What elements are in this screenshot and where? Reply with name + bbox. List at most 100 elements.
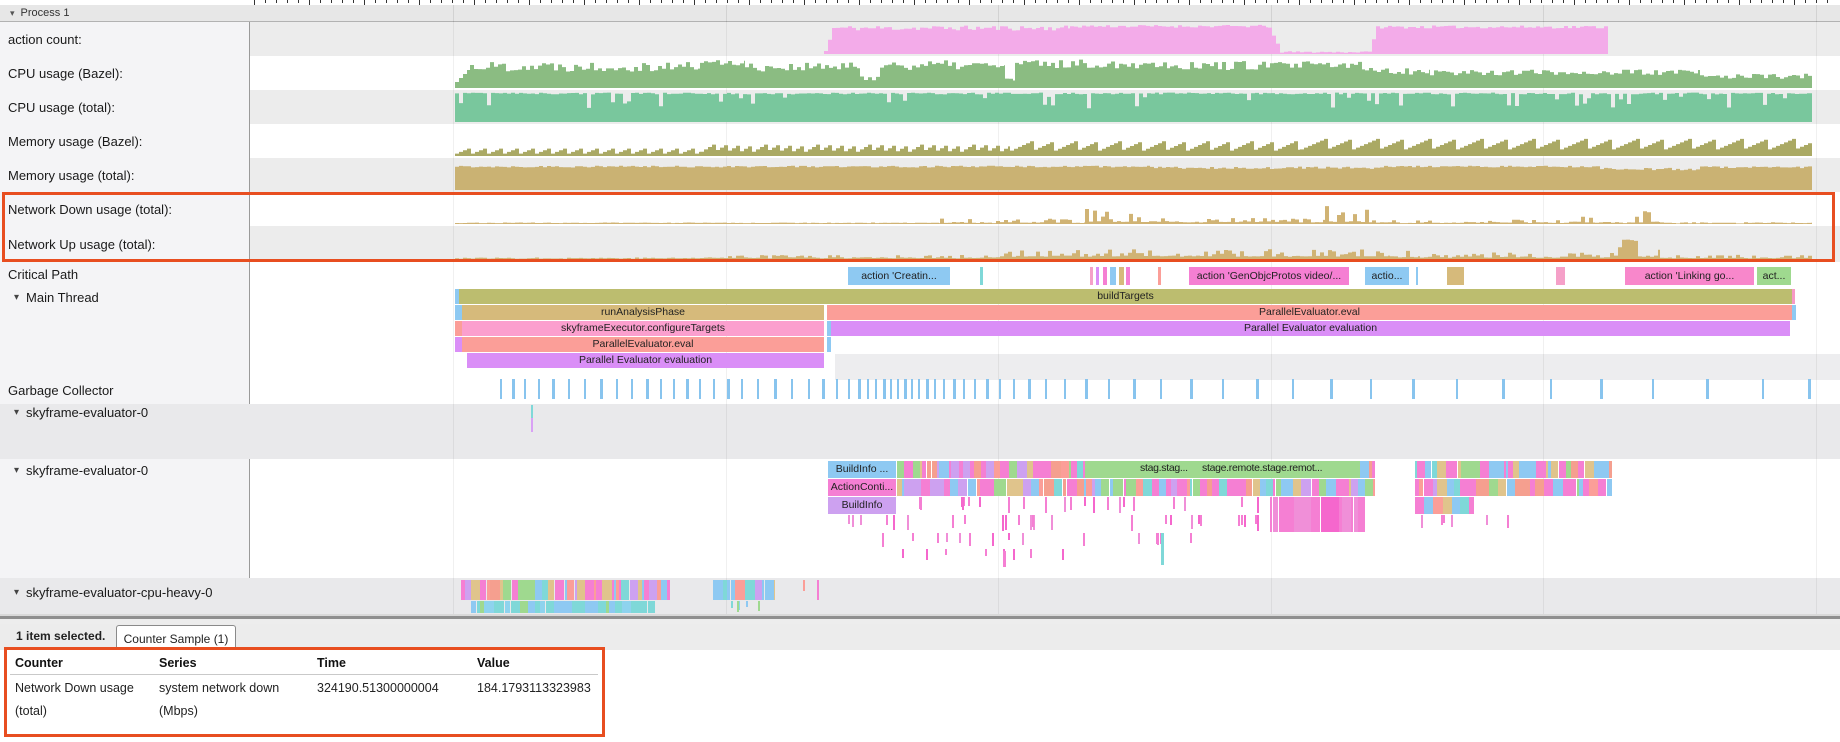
trace-slice[interactable] xyxy=(952,515,954,528)
trace-slice[interactable] xyxy=(1469,497,1474,514)
track-label-main-thread[interactable]: ▾Main Thread xyxy=(8,285,99,309)
trace-slice[interactable] xyxy=(1302,497,1311,532)
gc-tick[interactable] xyxy=(1292,379,1294,399)
trace-slice[interactable] xyxy=(630,580,638,600)
trace-slice[interactable] xyxy=(531,418,533,432)
trace-slice[interactable] xyxy=(471,580,480,600)
trace-slice[interactable] xyxy=(1191,515,1193,529)
trace-slice[interactable] xyxy=(1437,461,1446,478)
gc-tick[interactable] xyxy=(1108,379,1110,399)
critical-path-slice[interactable] xyxy=(1096,267,1099,285)
trace-slice[interactable] xyxy=(555,580,564,600)
main-thread-slice[interactable] xyxy=(455,305,462,320)
trace-slice[interactable] xyxy=(1093,497,1095,513)
gc-tick[interactable] xyxy=(883,379,886,399)
trace-slice[interactable] xyxy=(937,533,939,543)
gc-tick[interactable] xyxy=(858,379,861,399)
trace-slice[interactable] xyxy=(886,515,888,525)
trace-slice[interactable] xyxy=(774,580,775,600)
trace-slice[interactable] xyxy=(1190,479,1192,496)
trace-slice[interactable] xyxy=(1594,461,1601,478)
gc-tick[interactable] xyxy=(1652,379,1654,399)
trace-slice[interactable] xyxy=(1559,461,1566,478)
trace-slice[interactable] xyxy=(1143,479,1152,496)
trace-slice[interactable] xyxy=(1190,533,1192,543)
trace-slice[interactable]: BuildInfo ... xyxy=(828,461,896,478)
trace-slice[interactable] xyxy=(1460,497,1469,514)
trace-slice[interactable] xyxy=(958,479,967,496)
critical-path-slice[interactable] xyxy=(980,267,983,285)
track-label-skyframe-evaluator-cpu-heavy-0[interactable]: ▾skyframe-evaluator-cpu-heavy-0 xyxy=(8,580,212,604)
trace-slice[interactable] xyxy=(1083,533,1085,546)
trace-slice[interactable] xyxy=(1008,533,1010,540)
trace-slice[interactable] xyxy=(518,580,527,600)
trace-slice[interactable] xyxy=(1119,497,1121,513)
trace-slice[interactable] xyxy=(1022,533,1024,545)
trace-slice[interactable] xyxy=(1286,497,1294,532)
trace-slice[interactable] xyxy=(621,580,629,600)
trace-slice[interactable] xyxy=(1241,515,1243,525)
gc-tick[interactable] xyxy=(713,379,715,399)
trace-slice[interactable] xyxy=(1084,497,1086,506)
trace-slice[interactable] xyxy=(1544,479,1553,496)
trace-slice[interactable] xyxy=(1519,461,1527,478)
expand-arrow-icon[interactable]: ▾ xyxy=(14,465,19,476)
trace-slice[interactable] xyxy=(913,479,921,496)
gc-tick[interactable] xyxy=(897,379,899,399)
counter-chart-network-up-usage-total-[interactable] xyxy=(250,228,1840,260)
trace-slice[interactable] xyxy=(727,580,730,600)
trace-slice[interactable] xyxy=(1563,479,1572,496)
trace-slice[interactable] xyxy=(1039,479,1043,496)
trace-slice[interactable] xyxy=(1466,479,1476,496)
trace-slice[interactable] xyxy=(1219,479,1227,496)
trace-slice[interactable] xyxy=(1233,479,1241,496)
trace-slice[interactable] xyxy=(1294,497,1302,532)
trace-slice[interactable] xyxy=(1017,461,1027,478)
trace-slice[interactable] xyxy=(1184,497,1186,511)
trace-slice[interactable] xyxy=(912,533,914,541)
trace-slice[interactable] xyxy=(1257,497,1259,513)
trace-slice[interactable] xyxy=(540,601,545,613)
trace-slice[interactable] xyxy=(1571,461,1578,478)
trace-slice[interactable] xyxy=(1536,461,1546,478)
gc-tick[interactable] xyxy=(943,379,945,399)
panel-divider[interactable] xyxy=(0,614,1840,624)
trace-slice[interactable] xyxy=(1061,461,1069,478)
trace-slice[interactable] xyxy=(1033,461,1042,478)
trace-slice[interactable] xyxy=(803,580,805,591)
trace-slice[interactable] xyxy=(897,461,904,478)
trace-slice[interactable] xyxy=(1257,515,1259,531)
trace-slice[interactable] xyxy=(1527,461,1536,478)
trace-slice[interactable] xyxy=(758,601,760,611)
trace-slice[interactable] xyxy=(1450,461,1457,478)
trace-slice[interactable] xyxy=(554,601,562,613)
critical-path-slice[interactable]: act... xyxy=(1757,267,1791,285)
trace-slice[interactable] xyxy=(1126,479,1136,496)
trace-slice[interactable] xyxy=(490,580,500,600)
gc-tick[interactable] xyxy=(524,379,526,399)
trace-slice[interactable] xyxy=(979,497,981,507)
trace-slice[interactable] xyxy=(1342,497,1351,532)
main-thread-slice[interactable]: Parallel Evaluator evaluation xyxy=(831,321,1790,336)
trace-slice[interactable] xyxy=(1351,497,1353,532)
trace-slice[interactable] xyxy=(1051,515,1053,530)
gc-tick[interactable] xyxy=(867,379,869,399)
trace-slice[interactable] xyxy=(1062,549,1064,560)
trace-slice[interactable] xyxy=(926,549,928,560)
trace-slice[interactable] xyxy=(1173,497,1175,509)
trace-slice[interactable] xyxy=(1070,497,1072,510)
main-thread-slice[interactable] xyxy=(1792,289,1795,304)
trace-slice[interactable] xyxy=(1064,497,1066,512)
trace-slice[interactable] xyxy=(528,601,535,613)
trace-slice[interactable] xyxy=(1002,515,1004,531)
trace-slice[interactable] xyxy=(1433,497,1443,514)
trace-slice[interactable] xyxy=(1489,479,1498,496)
gc-tick[interactable] xyxy=(552,379,555,399)
gc-tick[interactable] xyxy=(953,379,956,399)
trace-slice[interactable] xyxy=(1042,461,1051,478)
gc-tick[interactable] xyxy=(1028,379,1031,399)
trace-slice[interactable] xyxy=(921,479,930,496)
main-thread-slice[interactable]: skyframeExecutor.configureTargets xyxy=(462,321,824,336)
expand-arrow-icon[interactable]: ▾ xyxy=(14,292,19,303)
gc-tick[interactable] xyxy=(538,379,540,399)
